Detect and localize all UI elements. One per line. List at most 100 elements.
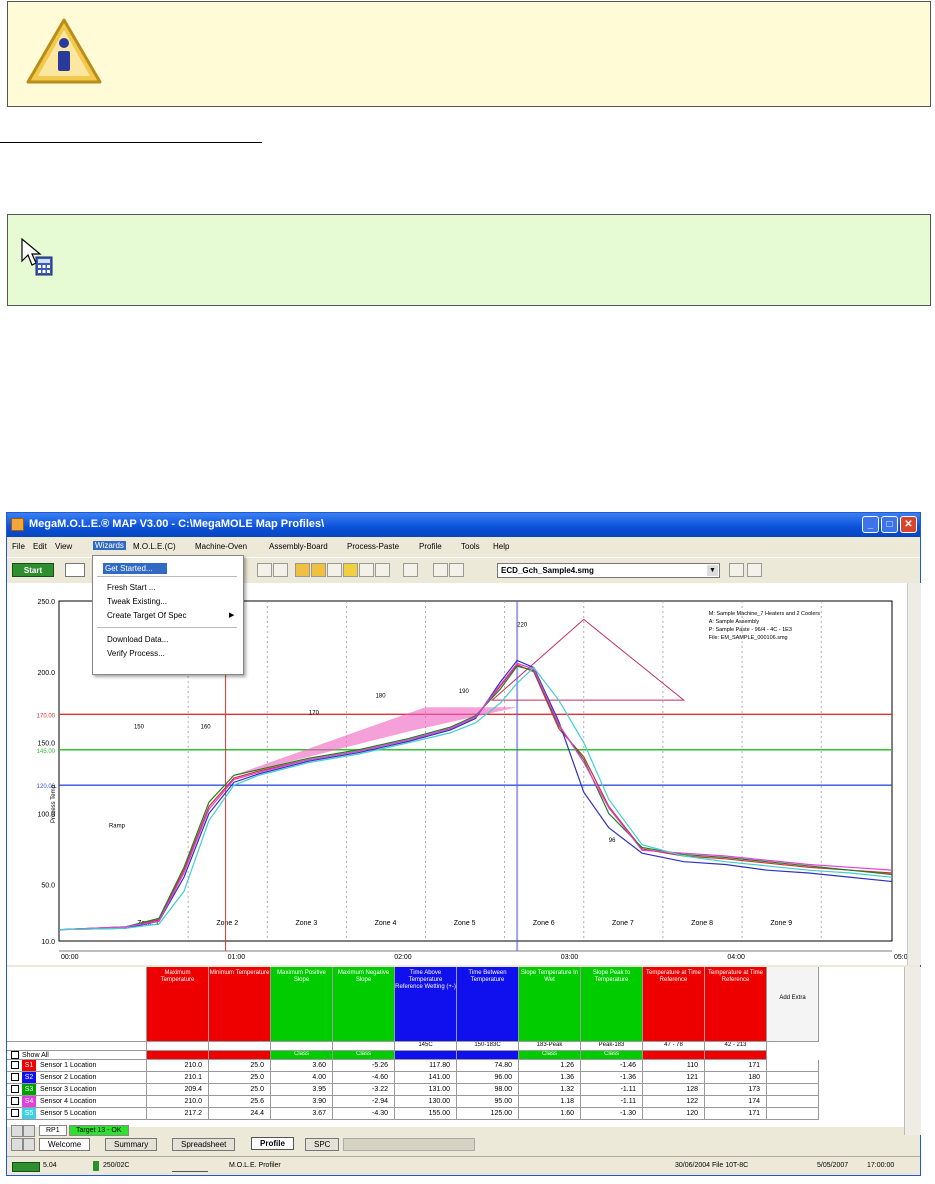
menu-profile[interactable]: Profile xyxy=(419,542,442,551)
plus-icon[interactable] xyxy=(449,563,464,577)
table-scrollbar[interactable] xyxy=(904,967,921,1135)
tab-profile[interactable]: Profile xyxy=(251,1137,294,1150)
spec-cell xyxy=(271,1042,333,1051)
menu-mole[interactable]: M.O.L.E.(C) xyxy=(133,542,176,551)
tab-spreadsheet[interactable]: Spreadsheet xyxy=(172,1138,236,1151)
y-tick-label: 150.0 xyxy=(37,741,55,748)
chart-info-line: A: Sample Assembly xyxy=(709,619,760,625)
tab-welcome[interactable]: Welcome xyxy=(39,1138,91,1151)
spec-cell: Peak-183 xyxy=(581,1042,643,1051)
chart-annotation: 180 xyxy=(376,693,387,699)
zoom-in-icon[interactable] xyxy=(257,563,272,577)
tab-next-button[interactable] xyxy=(23,1138,35,1151)
menu-wizards[interactable]: Wizards xyxy=(93,541,126,550)
title-bar[interactable]: MegaM.O.L.E.® MAP V3.00 - C:\MegaMOLE Ma… xyxy=(7,513,920,537)
menu-create-target[interactable]: Create Target Of Spec xyxy=(107,611,186,620)
table-cell: 117.80 xyxy=(395,1060,457,1072)
status-file: 30/06/2004 File 10T-8C xyxy=(675,1162,749,1169)
copy-icon[interactable] xyxy=(359,563,374,577)
sensor-checkbox[interactable] xyxy=(11,1085,19,1094)
menu-file[interactable]: File xyxy=(12,542,25,551)
column-header[interactable]: Time Between Temperature xyxy=(457,967,519,1042)
zoom-out-icon[interactable] xyxy=(273,563,288,577)
chart-scrollbar[interactable] xyxy=(907,583,921,965)
menu-download-data[interactable]: Download Data... xyxy=(107,635,168,644)
profile-file-select[interactable]: ECD_Gch_Sample4.smg ▼ xyxy=(497,563,720,578)
table-cell: 25.0 xyxy=(209,1060,271,1072)
table-cell: -4.60 xyxy=(333,1072,395,1084)
cut-icon[interactable] xyxy=(433,563,448,577)
menu-machine-oven[interactable]: Machine-Oven xyxy=(195,542,247,551)
maximize-button[interactable]: □ xyxy=(881,516,898,533)
column-header[interactable]: Temperature at Time Reference xyxy=(643,967,705,1042)
column-header[interactable]: Temperature at Time Reference xyxy=(705,967,767,1042)
column-header[interactable]: Slope Temperature In Wet xyxy=(519,967,581,1042)
table-cell: 1.32 xyxy=(519,1084,581,1096)
arrow-up-icon[interactable] xyxy=(729,563,744,577)
sensor-checkbox[interactable] xyxy=(11,1097,19,1106)
column-header[interactable]: Slope Peak to Temperature xyxy=(581,967,643,1042)
table-cell: 3.90 xyxy=(271,1096,333,1108)
table-cell: 209.4 xyxy=(147,1084,209,1096)
column-header[interactable]: Maximum Temperature xyxy=(147,967,209,1042)
print-icon[interactable] xyxy=(375,563,390,577)
table-cell: 95.00 xyxy=(457,1096,519,1108)
menu-assembly-board[interactable]: Assembly-Board xyxy=(269,542,328,551)
sensor-checkbox[interactable] xyxy=(11,1073,19,1082)
column-header[interactable]: Time Above Temperature Reference Wetting… xyxy=(395,967,457,1042)
time-tick-label: 05:00 xyxy=(894,954,907,961)
column-header[interactable]: Maximum Negative Slope xyxy=(333,967,395,1042)
folder-icon[interactable] xyxy=(295,563,310,577)
sensor-checkbox[interactable] xyxy=(11,1109,19,1118)
table-row[interactable]: S1 Sensor 1 Location xyxy=(7,1060,147,1072)
view-select[interactable] xyxy=(65,563,85,577)
sensor-color-badge: S1 xyxy=(22,1060,36,1071)
tab-prev-button[interactable] xyxy=(11,1138,23,1151)
show-all-row[interactable]: Show All xyxy=(7,1051,147,1060)
menu-tweak-existing[interactable]: Tweak Existing... xyxy=(107,597,167,606)
column-header[interactable]: Minimum Temperature xyxy=(209,967,271,1042)
start-button[interactable]: Start xyxy=(12,563,54,577)
menu-verify-process[interactable]: Verify Process... xyxy=(107,649,165,658)
menu-edit[interactable]: Edit xyxy=(33,542,47,551)
tab-summary[interactable]: Summary xyxy=(105,1138,158,1151)
close-button[interactable]: ✕ xyxy=(900,516,917,533)
horizontal-scrollbar[interactable] xyxy=(343,1138,475,1151)
menu-fresh-start[interactable]: Fresh Start ... xyxy=(107,583,155,592)
table-cell: 173 xyxy=(705,1084,767,1096)
sensor-color-badge: S5 xyxy=(22,1108,36,1119)
stop-icon[interactable] xyxy=(747,563,762,577)
table-cell: 3.60 xyxy=(271,1060,333,1072)
add-extra-button[interactable]: Add Extra xyxy=(767,967,819,1042)
tab-spc[interactable]: SPC xyxy=(305,1138,340,1151)
table-cell: 180 xyxy=(705,1072,767,1084)
ruler-icon[interactable] xyxy=(343,563,358,577)
chart-annotation: 150 xyxy=(134,725,145,731)
table-row[interactable]: S5 Sensor 5 Location xyxy=(7,1108,147,1120)
table-cell: 121 xyxy=(643,1072,705,1084)
column-header[interactable]: Maximum Positive Slope xyxy=(271,967,333,1042)
show-all-checkbox[interactable] xyxy=(11,1051,19,1059)
table-cell: 1.18 xyxy=(519,1096,581,1108)
zone-label: Zone 9 xyxy=(770,920,792,927)
table-row[interactable]: S3 Sensor 3 Location xyxy=(7,1084,147,1096)
sensor-checkbox[interactable] xyxy=(11,1061,19,1070)
table-row[interactable]: S4 Sensor 4 Location xyxy=(7,1096,147,1108)
table-cell: 96.00 xyxy=(457,1072,519,1084)
y-tick-label: 10.0 xyxy=(41,939,55,946)
menu-help[interactable]: Help xyxy=(493,542,509,551)
open-icon[interactable] xyxy=(311,563,326,577)
status-cell xyxy=(705,1051,767,1060)
minimize-button[interactable]: _ xyxy=(862,516,879,533)
zone-label: Zone 6 xyxy=(533,920,555,927)
chart-annotation: 190 xyxy=(459,689,470,695)
table-row[interactable]: S2 Sensor 2 Location xyxy=(7,1072,147,1084)
menu-view[interactable]: View xyxy=(55,542,72,551)
menu-process-paste[interactable]: Process-Paste xyxy=(347,542,399,551)
menu-get-started[interactable]: Get Started... xyxy=(103,563,167,574)
spec-cell: 42 - 213 xyxy=(705,1042,767,1051)
menu-tools[interactable]: Tools xyxy=(461,542,480,551)
save-icon[interactable] xyxy=(327,563,342,577)
help-icon[interactable] xyxy=(403,563,418,577)
chevron-down-icon[interactable]: ▼ xyxy=(707,565,718,576)
